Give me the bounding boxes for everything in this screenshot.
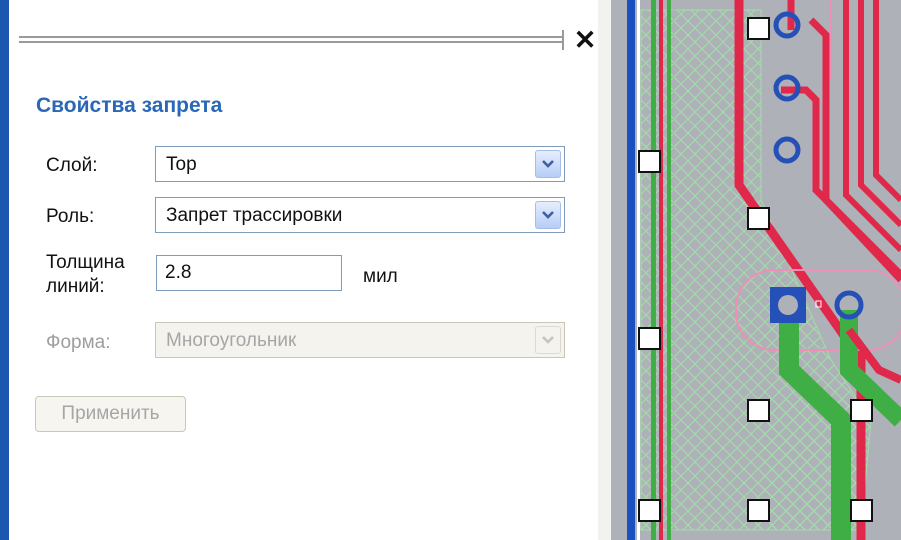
shape-select[interactable]: Многоугольник	[155, 322, 565, 358]
selection-handle[interactable]	[638, 150, 661, 173]
close-icon[interactable]: ✕	[573, 26, 597, 54]
selection-handle[interactable]	[850, 399, 873, 422]
red-trace[interactable]	[808, 17, 901, 283]
section-title: Свойства запрета	[36, 94, 223, 117]
layer-label: Слой:	[46, 155, 98, 176]
board-edge-highlight	[637, 0, 640, 540]
thickness-label-line1: Толщина	[46, 252, 125, 273]
layer-select[interactable]: Top	[155, 146, 565, 182]
keepout-properties-panel: ✕ Свойства запрета Слой: Top Роль: Запре…	[0, 0, 611, 540]
via[interactable]	[773, 11, 801, 39]
selection-handle[interactable]	[850, 499, 873, 522]
red-trace[interactable]	[873, 0, 901, 203]
role-select-value: Запрет трассировки	[166, 205, 343, 226]
selection-handle[interactable]	[747, 17, 770, 40]
selection-handle[interactable]	[638, 327, 661, 350]
panel-splitter[interactable]	[598, 0, 611, 540]
apply-button[interactable]: Применить	[35, 396, 186, 432]
thickness-label-line2: линий:	[46, 276, 105, 297]
shape-select-value: Многоугольник	[166, 330, 297, 351]
selection-handle[interactable]	[747, 399, 770, 422]
via[interactable]	[773, 136, 801, 164]
panel-left-edge	[0, 0, 9, 540]
green-trace[interactable]	[667, 0, 671, 540]
selection-handle[interactable]	[747, 207, 770, 230]
chevron-down-icon[interactable]	[535, 201, 561, 229]
layer-select-value: Top	[166, 154, 197, 175]
role-label: Роль:	[46, 206, 95, 227]
selection-handle[interactable]	[638, 499, 661, 522]
selection-handle[interactable]	[747, 499, 770, 522]
board-edge	[627, 0, 635, 540]
drag-grip-line[interactable]	[19, 36, 564, 39]
chevron-down-icon[interactable]	[535, 150, 561, 178]
drag-grip-end	[562, 30, 564, 50]
red-trace[interactable]	[659, 0, 663, 540]
pad-hole	[778, 295, 798, 315]
line-thickness-input[interactable]	[156, 255, 342, 291]
pink-outline	[673, 0, 674, 540]
pcb-layout-canvas[interactable]	[611, 0, 901, 540]
pcb-graphics[interactable]	[611, 0, 901, 540]
panel-titlebar[interactable]: ✕	[9, 22, 598, 58]
role-select[interactable]: Запрет трассировки	[155, 197, 565, 233]
shape-label: Форма:	[46, 332, 111, 353]
green-trace[interactable]	[651, 0, 656, 540]
thickness-unit-label: мил	[363, 266, 398, 287]
chevron-down-icon[interactable]	[535, 326, 561, 354]
drag-grip-line[interactable]	[19, 41, 564, 44]
